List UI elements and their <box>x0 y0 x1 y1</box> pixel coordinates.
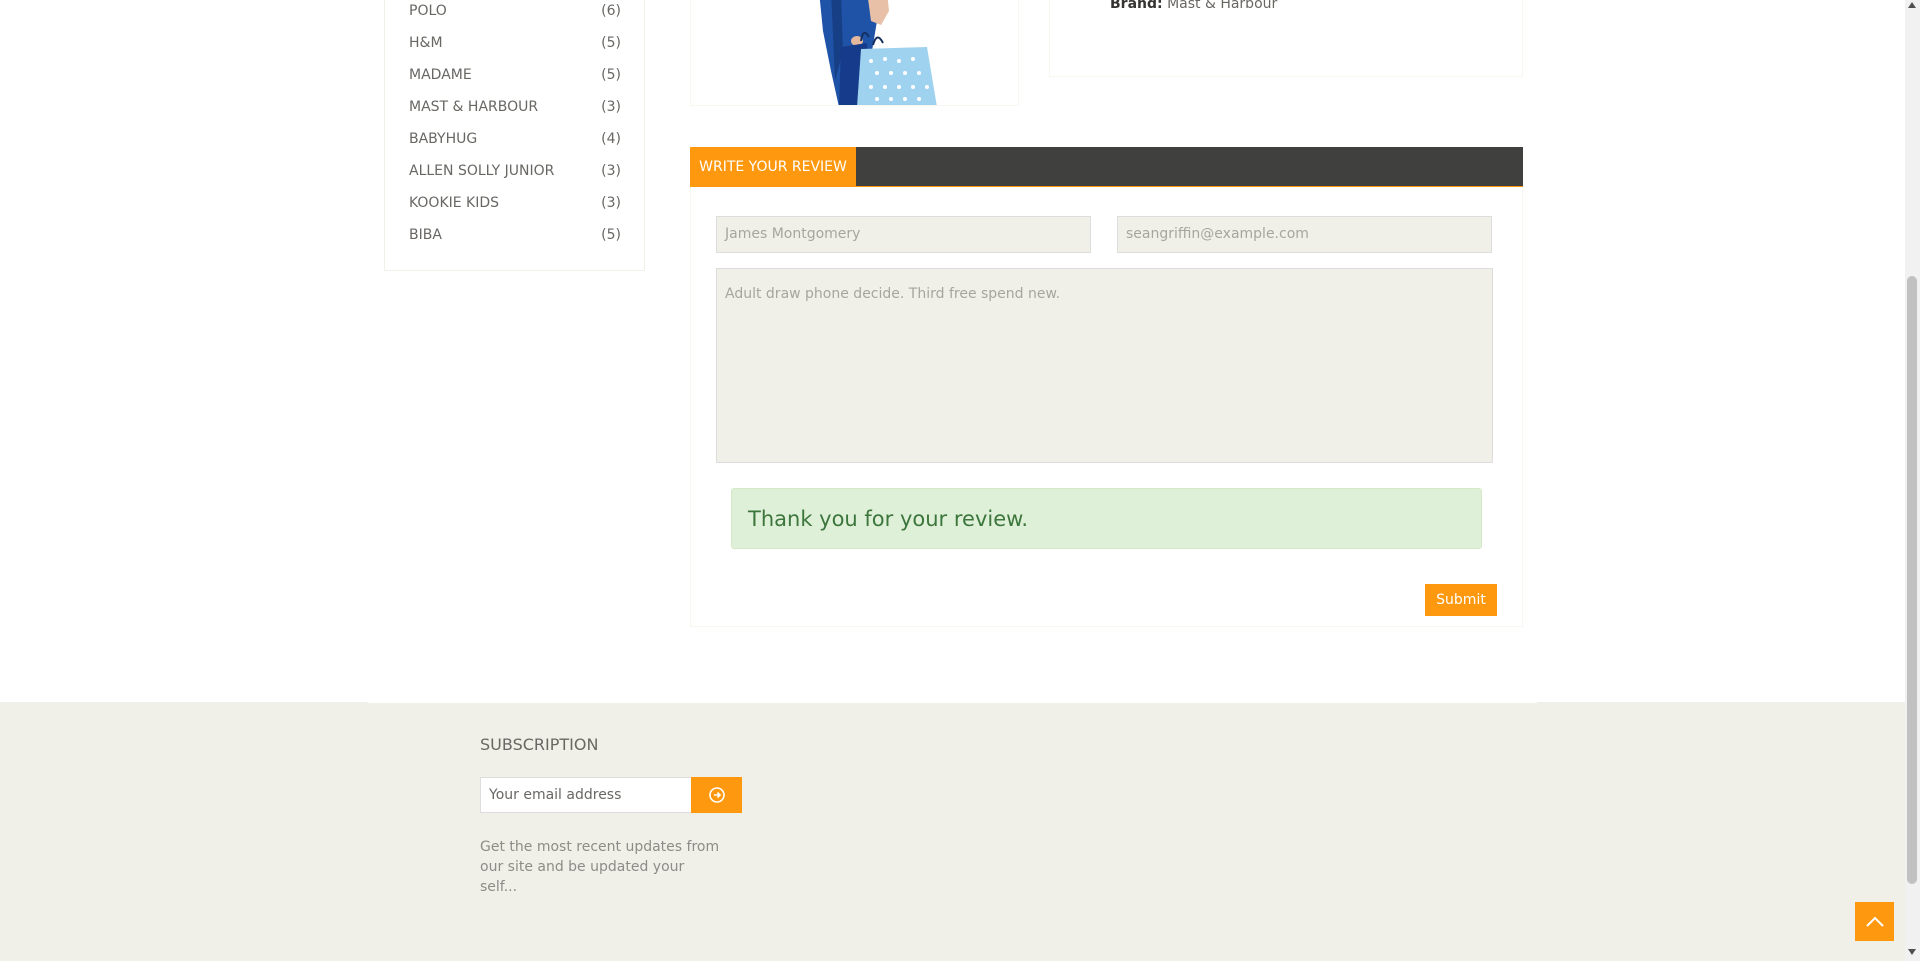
brand-name: POLO <box>409 3 447 19</box>
brand-count: (4) <box>601 131 621 147</box>
review-textarea[interactable]: Adult draw phone decide. Third free spen… <box>716 268 1493 463</box>
brand-name: ALLEN SOLLY JUNIOR <box>409 163 555 179</box>
brand-name: KOOKIE KIDS <box>409 195 500 211</box>
footer: SUBSCRIPTION Your email address Get the … <box>0 702 1905 961</box>
product-photo <box>691 0 1018 105</box>
scrollbar[interactable] <box>1905 0 1920 961</box>
brand-count: (3) <box>601 99 621 115</box>
back-to-top-button[interactable] <box>1855 902 1894 941</box>
product-brand: Brand: Mast & Harbour <box>1110 0 1277 12</box>
product-image <box>690 0 1019 106</box>
subscription-email-input[interactable]: Your email address <box>480 777 692 813</box>
brand-name: MAST & HARBOUR <box>409 99 539 115</box>
subscription-description: Get the most recent updates from our sit… <box>480 839 720 895</box>
brand-item-mast-harbour[interactable]: MAST & HARBOUR (3) <box>409 91 621 123</box>
brand-count: (5) <box>601 227 621 243</box>
brand-label: Brand: <box>1110 0 1163 12</box>
brand-name: BABYHUG <box>409 131 478 147</box>
brand-name: BIBA <box>409 227 442 243</box>
brand-item-allen-solly-junior[interactable]: ALLEN SOLLY JUNIOR (3) <box>409 155 621 187</box>
brand-item-madame[interactable]: MADAME (5) <box>409 59 621 91</box>
arrow-circle-right-icon <box>708 787 725 803</box>
brand-name: MADAME <box>409 67 472 83</box>
brand-count: (5) <box>601 67 621 83</box>
submit-button[interactable]: Submit <box>1425 584 1497 616</box>
product-info-box: Brand: Mast & Harbour <box>1049 0 1523 77</box>
scroll-down-icon[interactable] <box>1908 949 1916 955</box>
brand-count: (6) <box>601 3 621 19</box>
success-alert: Thank you for your review. <box>731 488 1482 549</box>
scroll-up-icon[interactable] <box>1908 2 1916 8</box>
scroll-thumb[interactable] <box>1907 276 1917 884</box>
footer-divider <box>368 702 1537 703</box>
email-field[interactable]: seangriffin@example.com <box>1117 216 1492 253</box>
brand-name: H&M <box>409 35 443 51</box>
brand-item-biba[interactable]: BIBA (5) <box>409 219 621 251</box>
brand-value: Mast & Harbour <box>1167 0 1278 12</box>
brand-item-kookie-kids[interactable]: KOOKIE KIDS (3) <box>409 187 621 219</box>
tab-write-review[interactable]: WRITE YOUR REVIEW <box>690 147 856 186</box>
name-field[interactable]: James Montgomery <box>716 216 1091 253</box>
brand-count: (3) <box>601 195 621 211</box>
brand-item-polo[interactable]: POLO (6) <box>409 0 621 27</box>
brands-panel: POLO (6) H&M (5) MADAME (5) MAST & HARBO… <box>384 0 645 271</box>
brand-item-babyhug[interactable]: BABYHUG (4) <box>409 123 621 155</box>
review-tab-bar: WRITE YOUR REVIEW <box>690 147 1523 187</box>
subscribe-button[interactable] <box>691 777 742 813</box>
subscription-title: SUBSCRIPTION <box>480 735 599 754</box>
brand-count: (5) <box>601 35 621 51</box>
chevron-up-icon <box>1865 916 1884 927</box>
brand-item-hm[interactable]: H&M (5) <box>409 27 621 59</box>
brand-count: (3) <box>601 163 621 179</box>
